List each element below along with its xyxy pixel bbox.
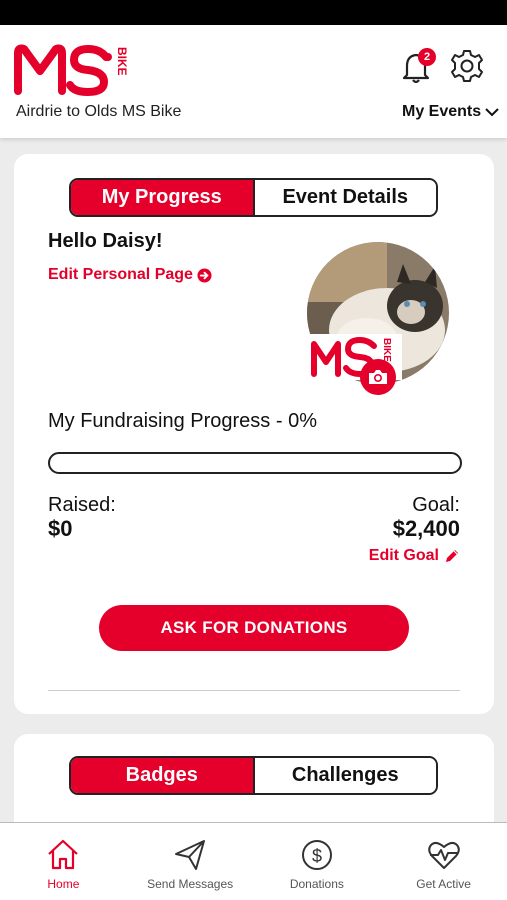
tab-home[interactable]: Home xyxy=(0,823,127,900)
chevron-down-icon xyxy=(485,108,499,117)
pencil-icon xyxy=(446,550,458,562)
camera-icon xyxy=(369,370,387,384)
tab-get-active[interactable]: Get Active xyxy=(380,823,507,900)
svg-text:BIKE: BIKE xyxy=(381,338,392,362)
raised-label: Raised: xyxy=(48,494,116,516)
paper-plane-icon xyxy=(175,840,206,870)
tab-send-messages-label: Send Messages xyxy=(147,877,234,891)
badges-segmented-control: Badges Challenges xyxy=(69,756,438,795)
my-events-label: My Events xyxy=(402,103,482,120)
edit-goal-link[interactable]: Edit Goal xyxy=(369,547,460,565)
tab-challenges[interactable]: Challenges xyxy=(252,758,436,793)
notification-badge: 2 xyxy=(418,48,436,66)
tab-donations[interactable]: $ Donations xyxy=(254,823,381,900)
tab-get-active-label: Get Active xyxy=(416,877,471,891)
event-name: Airdrie to Olds MS Bike xyxy=(16,103,182,120)
app-header: BIKE Airdrie to Olds MS Bike 2 My Events xyxy=(0,25,507,138)
ask-for-donations-button[interactable]: ASK FOR DONATIONS xyxy=(99,605,409,651)
fundraising-progress-bar xyxy=(48,452,462,474)
dollar-circle-icon: $ xyxy=(301,840,332,870)
goal-label: Goal: xyxy=(412,494,460,516)
divider xyxy=(48,690,460,691)
svg-text:BIKE: BIKE xyxy=(115,47,129,76)
status-bar xyxy=(0,0,507,25)
gear-icon[interactable] xyxy=(450,49,484,83)
edit-goal-label: Edit Goal xyxy=(368,547,439,564)
raised-value: $0 xyxy=(48,516,73,541)
progress-card: My Progress Event Details Hello Daisy! E… xyxy=(14,154,494,714)
progress-segmented-control: My Progress Event Details xyxy=(69,178,438,217)
tab-send-messages[interactable]: Send Messages xyxy=(127,823,254,900)
tab-my-progress[interactable]: My Progress xyxy=(71,180,253,215)
greeting: Hello Daisy! xyxy=(48,230,163,252)
my-events-dropdown[interactable]: My Events xyxy=(402,103,499,121)
tab-event-details[interactable]: Event Details xyxy=(252,180,436,215)
edit-personal-page-label: Edit Personal Page xyxy=(48,266,193,283)
ms-bike-logo: BIKE xyxy=(14,44,129,97)
svg-text:$: $ xyxy=(312,846,322,866)
tab-donations-label: Donations xyxy=(289,877,344,891)
fundraising-progress-label: My Fundraising Progress - 0% xyxy=(48,410,317,432)
tab-home-label: Home xyxy=(47,877,80,891)
home-icon xyxy=(48,839,79,870)
tab-badges[interactable]: Badges xyxy=(71,758,253,793)
edit-personal-page-link[interactable]: Edit Personal Page xyxy=(48,266,212,284)
heart-pulse-icon xyxy=(427,841,460,869)
arrow-circle-right-icon xyxy=(197,267,212,283)
goal-value: $2,400 xyxy=(392,516,460,541)
camera-button[interactable] xyxy=(360,359,396,395)
bottom-tab-bar: Home Send Messages $ Donations Get Activ… xyxy=(0,822,507,900)
